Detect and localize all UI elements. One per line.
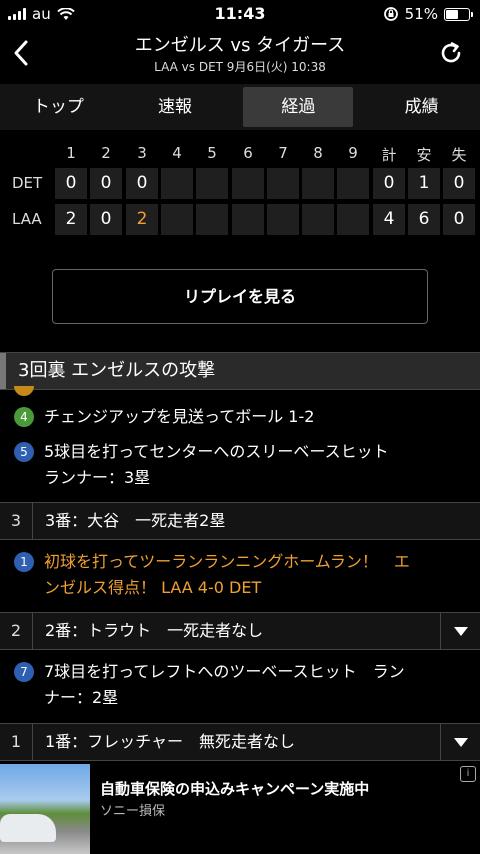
expand-button[interactable] [440, 724, 480, 760]
play-event: 7 7球目を打ってレフトへのツーベースヒット ラン ナー：2塁 [0, 659, 480, 711]
total-errors: 0 [443, 204, 475, 235]
play-text-cont: ランナー：3塁 [44, 468, 151, 487]
team-name: LAA [12, 210, 42, 228]
play-event-highlight: 1 初球を打ってツーランランニングホームラン！ エ ンゼルス得点！ LAA 4-… [0, 549, 480, 601]
batting-order-number: 3 [10, 511, 22, 530]
ad-info-icon[interactable]: i [460, 766, 476, 782]
inning-header: 8 [313, 144, 323, 162]
inning-header: 6 [243, 144, 253, 162]
inning-score [267, 168, 299, 199]
pitch-badge: 5 [14, 442, 34, 462]
batting-order-number: 2 [10, 621, 22, 640]
total-errors: 0 [443, 168, 475, 199]
ad-title: 自動車保険の申込みキャンペーン実施中 [100, 780, 370, 798]
inning-score [302, 204, 334, 235]
play-text: チェンジアップを見送ってボール 1-2 [44, 407, 315, 426]
battery-percent: 51% [404, 5, 438, 23]
batter-row[interactable]: 3 3番：大谷 一死走者2塁 [0, 502, 480, 540]
play-event: 5 5球目を打ってセンターへのスリーベースヒット ランナー：3塁 [0, 439, 480, 491]
total-runs-header: 計 [381, 146, 397, 164]
inning-score [232, 168, 264, 199]
batter-label: 3番：大谷 一死走者2塁 [45, 511, 226, 530]
play-text: 5球目を打ってセンターへのスリーベースヒット [44, 442, 389, 461]
inning-header: 2 [101, 144, 111, 162]
tab-progress[interactable]: 経過 [243, 87, 354, 127]
batter-row[interactable]: 2 2番：トラウト 一死走者なし [0, 612, 480, 650]
play-text: 7球目を打ってレフトへのツーベースヒット ラン [44, 662, 405, 681]
scoreboard-row-laa: LAA 2 0 2 4 6 0 [0, 204, 480, 238]
inning-header: 3 [137, 144, 147, 162]
batter-row[interactable]: 1 1番：フレッチャー 無死走者なし [0, 723, 480, 761]
batter-label: 1番：フレッチャー 無死走者なし [45, 732, 296, 751]
inning-header: 9 [348, 144, 358, 162]
ad-image [0, 764, 90, 854]
play-text: 初球を打ってツーランランニングホームラン！ エ [44, 552, 410, 571]
inning-header: 4 [172, 144, 182, 162]
hits-header: 安 [416, 146, 432, 164]
ad-banner[interactable]: 自動車保険の申込みキャンペーン実施中 ソニー損保 i [0, 764, 480, 854]
scoreboard-row-det: DET 0 0 0 0 1 0 [0, 168, 480, 202]
inning-score [232, 204, 264, 235]
pitch-badge: 1 [14, 552, 34, 572]
caret-down-icon [454, 738, 468, 747]
inning-score [196, 168, 228, 199]
total-runs: 0 [373, 168, 405, 199]
tab-stats[interactable]: 成績 [363, 84, 480, 130]
status-right: 51% [383, 5, 473, 23]
rotation-lock-icon [383, 7, 398, 21]
tab-top[interactable]: トップ [0, 84, 117, 130]
total-runs: 4 [373, 204, 405, 235]
play-text-cont: ナー：2塁 [44, 688, 119, 707]
page-title: エンゼルス vs タイガース [134, 35, 346, 56]
inning-header: 1 [66, 144, 76, 162]
game-info: LAA vs DET 9月6日(火) 10:38 [154, 60, 326, 74]
caret-down-icon [454, 627, 468, 636]
inning-score: 0 [90, 168, 122, 199]
tab-live[interactable]: 速報 [117, 84, 234, 130]
battery-icon [444, 7, 473, 21]
inning-score: 0 [90, 204, 122, 235]
inning-score: 0 [55, 168, 87, 199]
inning-score [161, 168, 193, 199]
batting-order-number: 1 [10, 732, 22, 751]
pitch-badge-partial [14, 386, 34, 396]
errors-header: 失 [451, 146, 467, 164]
inning-header: 7 [278, 144, 288, 162]
total-hits: 6 [408, 204, 440, 235]
reload-icon[interactable] [438, 40, 464, 66]
header: エンゼルス vs タイガース LAA vs DET 9月6日(火) 10:38 [0, 28, 480, 82]
inning-score [196, 204, 228, 235]
inning-score: 0 [126, 168, 158, 199]
pitch-badge: 7 [14, 662, 34, 682]
play-text-cont: ンゼルス得点！ LAA 4-0 DET [44, 578, 262, 597]
inning-score: 2 [55, 204, 87, 235]
inning-score [337, 168, 369, 199]
inning-score-current: 2 [126, 204, 158, 235]
batter-label: 2番：トラウト 一死走者なし [45, 621, 264, 640]
status-bar: au 11:43 51% [0, 0, 480, 28]
inning-score [267, 204, 299, 235]
ad-sponsor: ソニー損保 [100, 804, 166, 819]
pitch-badge: 4 [14, 407, 34, 427]
total-hits: 1 [408, 168, 440, 199]
inning-score [161, 204, 193, 235]
tab-bar: トップ 速報 経過 成績 [0, 84, 480, 130]
team-name: DET [12, 174, 43, 192]
inning-header: 5 [207, 144, 217, 162]
inning-score [337, 204, 369, 235]
play-event: 4 チェンジアップを見送ってボール 1-2 [0, 404, 480, 430]
inning-section-header: 3回裏 エンゼルスの攻撃 [0, 352, 480, 390]
replay-button[interactable]: リプレイを見る [52, 269, 428, 324]
expand-button[interactable] [440, 613, 480, 649]
inning-score [302, 168, 334, 199]
